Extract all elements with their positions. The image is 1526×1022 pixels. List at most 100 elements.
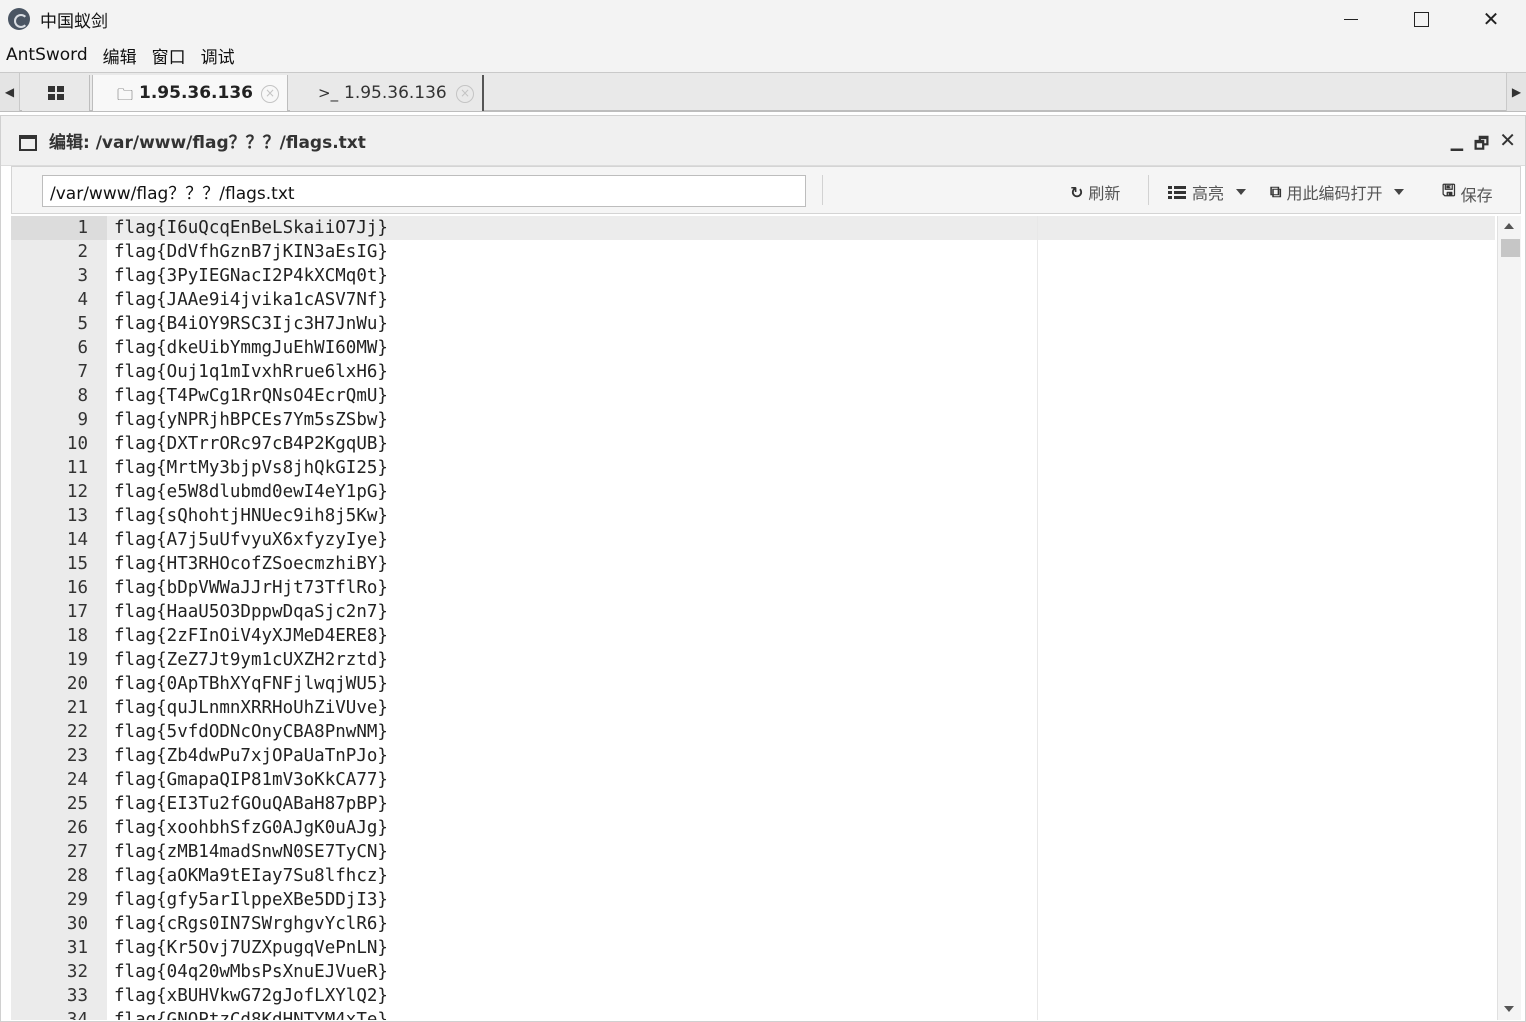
code-line: 26 flag{xoohbhSfzG0AJgK0uAJg} — [11, 816, 1495, 840]
code-line: 17 flag{HaaU5O3DppwDqaSjc2n7} — [11, 600, 1495, 624]
tab-scroll-left-button[interactable]: ◀ — [0, 73, 20, 111]
line-number: 25 — [66, 794, 88, 814]
open-with-encoding-dropdown[interactable]: ⧉ 用此编码打开 — [1270, 180, 1405, 204]
menu-bar: AntSword 编辑 窗口 调试 — [0, 38, 1526, 72]
code-line: 30 flag{cRgs0IN7SWrghgvYclR6} — [11, 912, 1495, 936]
line-text: flag{2zFInOiV4yXJMeD4ERE8} — [114, 626, 388, 646]
caret-right-icon: ▶ — [1511, 85, 1522, 99]
line-text: flag{Ouj1q1mIvxhRrue6lxH6} — [114, 362, 388, 382]
code-line: 23 flag{Zb4dwPu7xjOPaUaTnPJo} — [11, 744, 1495, 768]
line-number: 26 — [66, 818, 88, 838]
line-text: flag{xBUHVkwG72gJofLXYlQ2} — [114, 986, 388, 1006]
line-number: 18 — [66, 626, 88, 646]
line-text: flag{GNOPtzCd8KdHNTYM4xTe} — [114, 1010, 388, 1020]
menu-antsword[interactable]: AntSword — [1, 45, 93, 65]
editor-title: 编辑: /var/www/flag？？？/flags.txt — [49, 133, 366, 153]
line-text: flag{Zb4dwPu7xjOPaUaTnPJo} — [114, 746, 388, 766]
line-text: flag{ZeZ7Jt9ym1cUXZH2rztd} — [114, 650, 388, 670]
code-lines: 1 flag{I6uQcqEnBeLSkaiiO7Jj} 2 flag{DdVfhGz… — [11, 216, 1495, 1020]
editor-header: 编辑: /var/www/flag？？？/flags.txt ▁ 🗗 ✕ — [1, 116, 1525, 166]
line-text: flag{yNPRjhBPCEs7Ym5sZSbw} — [114, 410, 388, 430]
save-button[interactable]: 🖫 保存 — [1442, 180, 1493, 207]
code-line: 18 flag{2zFInOiV4yXJMeD4ERE8} — [11, 624, 1495, 648]
app-title: 中国蚁剑 — [40, 11, 108, 32]
code-line: 25 flag{EI3Tu2fGOuQABaH87pBP} — [11, 792, 1495, 816]
line-number: 3 — [77, 266, 88, 286]
close-window-button[interactable]: ✕ — [1456, 0, 1526, 38]
toolbar-divider — [822, 175, 823, 205]
code-line: 32 flag{04q20wMbsPsXnuEJVueR} — [11, 960, 1495, 984]
line-number: 1 — [77, 218, 88, 238]
code-line: 28 flag{aOKMa9tEIay7Su8lfhcz} — [11, 864, 1495, 888]
tab-file-manager-close-icon[interactable]: × — [261, 85, 279, 103]
line-number: 34 — [66, 1010, 88, 1020]
line-text: flag{MrtMy3bjpVs8jhQkGI25} — [114, 458, 388, 478]
antsword-logo-icon — [8, 8, 30, 30]
code-line: 9 flag{yNPRjhBPCEs7Ym5sZSbw} — [11, 408, 1495, 432]
caret-left-icon: ◀ — [4, 85, 15, 99]
code-line: 15 flag{HT3RHOcofZSoecmzhiBY} — [11, 552, 1495, 576]
line-text: flag{sQhohtjHNUec9ih8j5Kw} — [114, 506, 388, 526]
chevron-down-icon — [1236, 189, 1247, 195]
save-icon: 🖫 — [1442, 181, 1456, 200]
code-line: 5 flag{B4iOY9RSC3Ijc3H7JnWu} — [11, 312, 1495, 336]
refresh-label: 刷新 — [1088, 184, 1121, 203]
line-text: flag{T4PwCg1RrQNsO4EcrQmU} — [114, 386, 388, 406]
editor-close-icon[interactable]: ✕ — [1499, 128, 1516, 152]
tab-scroll-right-button[interactable]: ▶ — [1506, 73, 1526, 111]
line-text: flag{e5W8dlubmd0ewI4eY1pG} — [114, 482, 388, 502]
line-text: flag{HT3RHOcofZSoecmzhiBY} — [114, 554, 388, 574]
maximize-button[interactable] — [1386, 0, 1456, 38]
tab-terminal-label: 1.95.36.136 — [344, 83, 447, 103]
tab-terminal-close-icon[interactable]: × — [456, 85, 474, 103]
line-number: 19 — [66, 650, 88, 670]
refresh-button[interactable]: ↻ 刷新 — [1070, 180, 1120, 204]
menu-debug[interactable]: 调试 — [196, 43, 240, 68]
line-number: 28 — [66, 866, 88, 886]
code-line: 7 flag{Ouj1q1mIvxhRrue6lxH6} — [11, 360, 1495, 384]
tab-home[interactable] — [22, 75, 90, 111]
code-editor[interactable]: 1 flag{I6uQcqEnBeLSkaiiO7Jj} 2 flag{DdVfhGz… — [11, 216, 1521, 1020]
title-bar: 中国蚁剑 ✕ — [0, 0, 1526, 38]
tab-terminal[interactable]: >_ 1.95.36.136 × — [290, 75, 484, 111]
vertical-scrollbar[interactable] — [1497, 216, 1521, 1020]
refresh-icon: ↻ — [1070, 182, 1084, 202]
line-number: 15 — [66, 554, 88, 574]
line-text: flag{I6uQcqEnBeLSkaiiO7Jj} — [114, 218, 388, 238]
line-text: flag{5vfdODNcOnyCBA8PnwNM} — [114, 722, 388, 742]
editor-restore-icon[interactable]: 🗗 — [1474, 133, 1489, 160]
scroll-up-icon[interactable] — [1504, 223, 1514, 229]
line-number: 7 — [77, 362, 88, 382]
line-text: flag{04q20wMbsPsXnuEJVueR} — [114, 962, 388, 982]
folder-icon: 🗀 — [117, 85, 134, 104]
menu-edit[interactable]: 编辑 — [98, 43, 142, 68]
code-line: 4 flag{JAAe9i4jvika1cASV7Nf} — [11, 288, 1495, 312]
scrollbar-thumb[interactable] — [1501, 239, 1520, 257]
scroll-down-icon[interactable] — [1504, 1006, 1514, 1012]
line-number: 2 — [77, 242, 88, 262]
code-line: 33 flag{xBUHVkwG72gJofLXYlQ2} — [11, 984, 1495, 1008]
line-text: flag{B4iOY9RSC3Ijc3H7JnWu} — [114, 314, 388, 334]
editor-minimize-icon[interactable]: ▁ — [1451, 132, 1463, 151]
line-text: flag{bDpVWWaJJrHjt73TflRo} — [114, 578, 388, 598]
line-number: 23 — [66, 746, 88, 766]
tab-file-manager[interactable]: 🗀 1.95.36.136 × — [92, 75, 288, 111]
grid-icon — [47, 86, 64, 100]
menu-window[interactable]: 窗口 — [147, 43, 191, 68]
window-controls: ✕ — [1316, 0, 1526, 38]
code-line: 10 flag{DXTrrORc97cB4P2KgqUB} — [11, 432, 1495, 456]
code-line: 29 flag{gfy5arIlppeXBe5DDjI3} — [11, 888, 1495, 912]
code-line: 2 flag{DdVfhGznB7jKIN3aEsIG} — [11, 240, 1495, 264]
chevron-down-icon — [1394, 189, 1405, 195]
line-text: flag{GmapaQIP81mV3oKkCA77} — [114, 770, 388, 790]
line-text: flag{DdVfhGznB7jKIN3aEsIG} — [114, 242, 388, 262]
path-input[interactable] — [42, 175, 806, 207]
line-number: 27 — [66, 842, 88, 862]
code-line: 31 flag{Kr5Ovj7UZXpugqVePnLN} — [11, 936, 1495, 960]
highlight-dropdown[interactable]: 高亮 — [1168, 180, 1247, 204]
line-text: flag{quJLnmnXRRHoUhZiVUve} — [114, 698, 388, 718]
code-line: 22 flag{5vfdODNcOnyCBA8PnwNM} — [11, 720, 1495, 744]
line-number: 8 — [77, 386, 88, 406]
minimize-button[interactable] — [1316, 0, 1386, 38]
line-number: 4 — [77, 290, 88, 310]
